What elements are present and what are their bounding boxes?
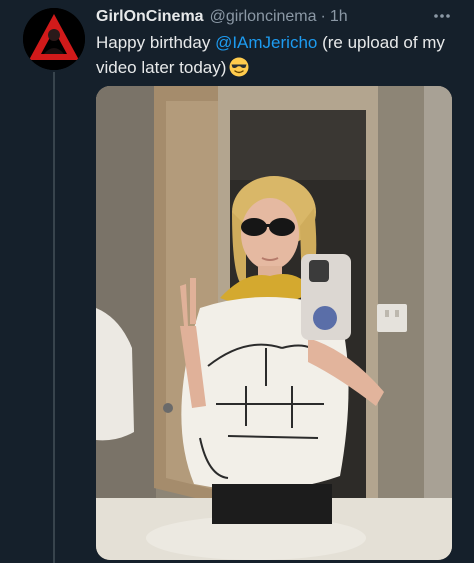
more-options-button[interactable]	[432, 6, 452, 26]
photo-illustration	[96, 86, 452, 560]
thread-line	[53, 72, 55, 563]
tweet-text: Happy birthday @IAmJericho (re upload of…	[96, 30, 466, 84]
tweet-header: GirlOnCinema @girloncinema · 1h	[96, 6, 458, 28]
separator-dot: ·	[320, 8, 326, 25]
smiling-face-with-sunglasses-icon	[229, 57, 249, 84]
mention-link[interactable]: @IAmJericho	[215, 33, 317, 52]
timestamp[interactable]: 1h	[330, 8, 348, 26]
avatar[interactable]	[23, 8, 85, 70]
avatar-logo-icon	[23, 8, 85, 70]
tweet-media-photo[interactable]	[96, 86, 452, 560]
user-handle[interactable]: @girloncinema	[210, 8, 317, 26]
tweet-text-start: Happy birthday	[96, 33, 216, 52]
display-name[interactable]: GirlOnCinema	[96, 8, 204, 26]
more-horizontal-icon	[434, 14, 450, 18]
